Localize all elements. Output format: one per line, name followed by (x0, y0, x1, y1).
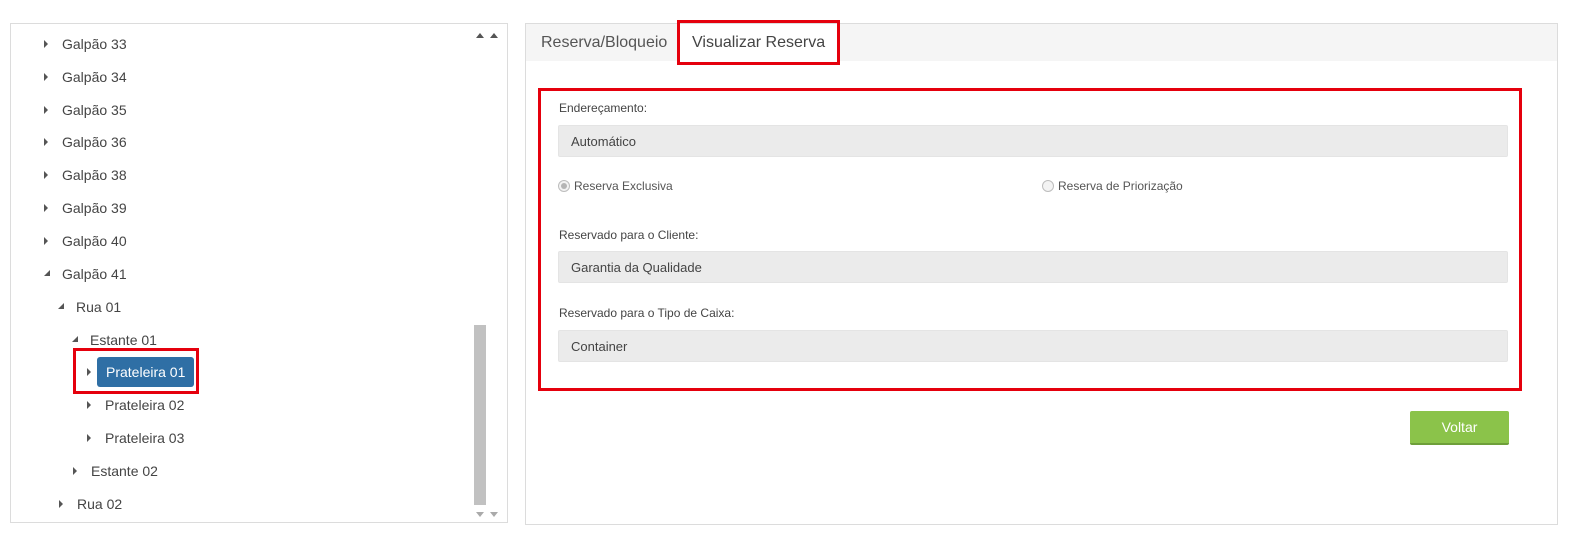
tree-node-label[interactable]: Prateleira 03 (103, 428, 186, 448)
tree-node-galpao-35[interactable]: Galpão 35 (44, 98, 129, 122)
caret-right-icon[interactable] (44, 106, 48, 114)
tipo-caixa-label: Reservado para o Tipo de Caixa: (559, 306, 735, 320)
tree-node-rua-02[interactable]: Rua 02 (59, 492, 124, 516)
cliente-field: Garantia da Qualidade (558, 251, 1508, 283)
tree-node-label[interactable]: Galpão 35 (60, 100, 129, 120)
tree-node-label[interactable]: Galpão 41 (60, 264, 129, 284)
tree-node-label[interactable]: Galpão 34 (60, 67, 129, 87)
tree-node-label[interactable]: Estante 02 (89, 461, 160, 481)
tree-node-estante-02[interactable]: Estante 02 (73, 459, 160, 483)
tree-node-galpao-38[interactable]: Galpão 38 (44, 163, 129, 187)
tree-node-galpao-36[interactable]: Galpão 36 (44, 130, 129, 154)
caret-right-icon[interactable] (87, 401, 91, 409)
caret-down-icon[interactable] (58, 302, 64, 309)
caret-right-icon[interactable] (44, 40, 48, 48)
scroll-up-arrow-icon-secondary[interactable] (487, 29, 501, 41)
caret-down-icon[interactable] (44, 269, 50, 276)
tree-node-label[interactable]: Estante 01 (88, 330, 159, 350)
tree-node-galpao-39[interactable]: Galpão 39 (44, 196, 129, 220)
caret-right-icon[interactable] (73, 467, 77, 475)
voltar-button[interactable]: Voltar (1410, 411, 1509, 445)
enderecamento-label: Endereçamento: (559, 101, 648, 115)
tree-node-label[interactable]: Galpão 33 (60, 34, 129, 54)
tree-node-rua-01[interactable]: Rua 01 (58, 295, 123, 319)
tree-node-label[interactable]: Galpão 38 (60, 165, 129, 185)
scroll-down-arrow-icon[interactable] (473, 508, 487, 520)
tree-panel: Galpão 33 Galpão 34 Galpão 35 Galpão 36 … (10, 23, 508, 523)
radio-unchecked-icon[interactable] (1042, 180, 1054, 192)
tab-bar: Reserva/Bloqueio Visualizar Reserva (526, 24, 1557, 61)
radio-reserva-exclusiva-label: Reserva Exclusiva (574, 179, 673, 193)
caret-right-icon[interactable] (44, 138, 48, 146)
caret-down-icon[interactable] (72, 335, 78, 342)
radio-reserva-exclusiva[interactable]: Reserva Exclusiva (558, 179, 673, 193)
tab-reserva-bloqueio[interactable]: Reserva/Bloqueio (541, 24, 667, 61)
tree-node-galpao-40[interactable]: Galpão 40 (44, 229, 129, 253)
tree-node-prateleira-02[interactable]: Prateleira 02 (87, 393, 186, 417)
tree-node-prateleira-03[interactable]: Prateleira 03 (87, 426, 186, 450)
caret-right-icon[interactable] (87, 368, 91, 376)
tree-node-galpao-34[interactable]: Galpão 34 (44, 65, 129, 89)
tree-node-label[interactable]: Rua 01 (74, 297, 123, 317)
tree-node-prateleira-01[interactable]: Prateleira 01 (87, 357, 195, 387)
tree-node-galpao-33[interactable]: Galpão 33 (44, 32, 129, 56)
scroll-down-arrow-icon-secondary[interactable] (487, 508, 501, 520)
tree-node-label[interactable]: Galpão 40 (60, 231, 129, 251)
radio-reserva-priorizacao-label: Reserva de Priorização (1058, 179, 1183, 193)
tree-node-galpao-41[interactable]: Galpão 41 (44, 262, 129, 286)
caret-right-icon[interactable] (44, 73, 48, 81)
tree-node-estante-01[interactable]: Estante 01 (72, 328, 159, 352)
caret-right-icon[interactable] (44, 204, 48, 212)
tab-visualizar-reserva[interactable]: Visualizar Reserva (678, 24, 839, 61)
tree-node-label[interactable]: Prateleira 02 (103, 395, 186, 415)
scroll-up-arrow-icon[interactable] (473, 29, 487, 41)
radio-reserva-priorizacao[interactable]: Reserva de Priorização (1042, 179, 1183, 193)
tree-node-label[interactable]: Galpão 39 (60, 198, 129, 218)
tree-node-label-selected[interactable]: Prateleira 01 (97, 357, 195, 387)
scrollbar-thumb[interactable] (474, 325, 486, 505)
caret-right-icon[interactable] (59, 500, 63, 508)
enderecamento-field: Automático (558, 125, 1508, 157)
tree-node-label[interactable]: Rua 02 (75, 494, 124, 514)
tipo-caixa-field: Container (558, 330, 1508, 362)
radio-checked-icon[interactable] (558, 180, 570, 192)
caret-right-icon[interactable] (44, 171, 48, 179)
caret-right-icon[interactable] (87, 434, 91, 442)
tree-node-label[interactable]: Galpão 36 (60, 132, 129, 152)
cliente-label: Reservado para o Cliente: (559, 228, 699, 242)
caret-right-icon[interactable] (44, 237, 48, 245)
